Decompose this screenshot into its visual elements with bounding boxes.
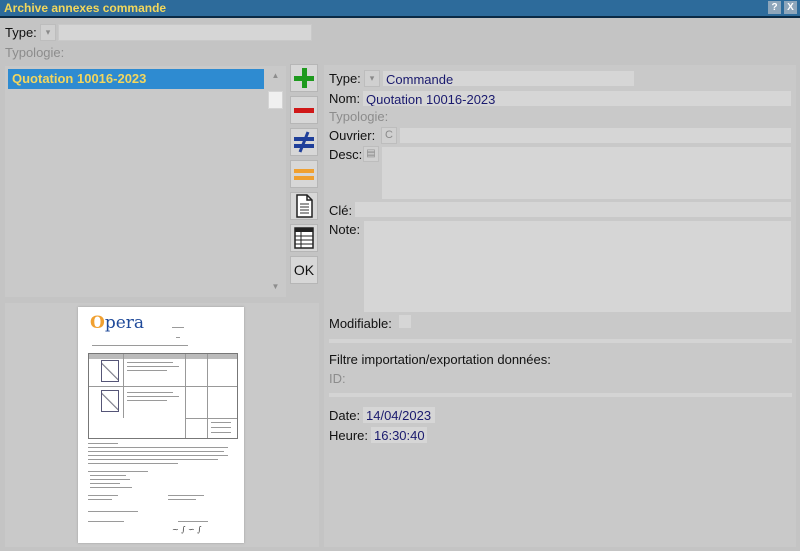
heure-label: Heure: xyxy=(329,428,369,443)
filter-type-input[interactable] xyxy=(58,24,312,41)
list-scrollbar[interactable]: ▲ ▼ xyxy=(267,67,284,295)
preview-panel: Opera ~ ∫ ∽ ∫ xyxy=(5,303,319,547)
date-field[interactable]: 14/04/2023 xyxy=(362,406,436,424)
scroll-up-arrow-icon[interactable]: ▲ xyxy=(267,67,284,84)
filtre-section-title: Filtre importation/exportation données: xyxy=(329,352,551,367)
date-label: Date: xyxy=(329,408,361,423)
section-divider xyxy=(329,393,792,397)
modifiable-label: Modifiable: xyxy=(329,316,392,331)
table-button[interactable] xyxy=(290,224,318,252)
ok-button[interactable]: OK xyxy=(290,256,318,284)
type-field[interactable]: Commande xyxy=(382,70,635,87)
chevron-down-icon: ▾ xyxy=(45,27,51,37)
compare-different-button[interactable] xyxy=(290,128,318,156)
note-field[interactable] xyxy=(363,220,792,313)
window-titlebar: Archive annexes commande xyxy=(0,0,800,16)
typologie-label: Typologie: xyxy=(329,109,389,124)
add-button[interactable] xyxy=(290,64,318,92)
desc-edit-button[interactable]: ▤ xyxy=(363,146,379,162)
remove-button[interactable] xyxy=(290,96,318,124)
desc-label: Desc: xyxy=(329,147,363,162)
nom-field[interactable]: Quotation 10016-2023 xyxy=(362,90,792,107)
cle-field[interactable] xyxy=(354,201,792,218)
desc-field[interactable] xyxy=(381,146,792,200)
id-label: ID: xyxy=(329,371,346,386)
type-dropdown-button[interactable]: ▾ xyxy=(364,70,380,87)
table-icon xyxy=(294,227,314,249)
ouvrier-select-button[interactable]: C xyxy=(381,127,397,144)
logo: Opera xyxy=(90,313,145,333)
filter-type-dropdown-button[interactable]: ▾ xyxy=(40,24,56,41)
nom-label: Nom: xyxy=(329,91,361,106)
equal-icon xyxy=(294,169,314,180)
note-label: Note: xyxy=(329,222,361,237)
plus-icon xyxy=(294,68,314,88)
modifiable-checkbox[interactable] xyxy=(398,314,412,329)
window-thumbnail-icon xyxy=(101,390,119,412)
compare-equal-button[interactable] xyxy=(290,160,318,188)
document-button[interactable] xyxy=(290,192,318,220)
heure-field[interactable]: 16:30:40 xyxy=(370,426,428,444)
section-divider xyxy=(329,339,792,343)
cle-label: Clé: xyxy=(329,203,353,218)
scroll-thumb[interactable] xyxy=(268,91,283,109)
preview-table xyxy=(88,353,238,439)
document-icon xyxy=(296,194,313,218)
ouvrier-label: Ouvrier: xyxy=(329,128,376,143)
list-item-label: Quotation 10016-2023 xyxy=(12,71,147,86)
help-button[interactable]: ? xyxy=(768,1,781,14)
annex-list[interactable]: Quotation 10016-2023 ▲ ▼ xyxy=(5,66,286,297)
note-icon: ▤ xyxy=(366,148,376,159)
window-thumbnail-icon xyxy=(101,360,119,382)
minus-icon xyxy=(294,108,314,113)
close-button[interactable]: X xyxy=(784,1,797,14)
not-equal-icon xyxy=(294,131,314,153)
type-label: Type: xyxy=(329,71,361,86)
chevron-down-icon: ▾ xyxy=(369,73,375,83)
filter-typologie-label: Typologie: xyxy=(5,45,65,60)
window-title: Archive annexes commande xyxy=(4,1,167,15)
filter-type-label: Type: xyxy=(5,25,37,40)
document-preview: Opera ~ ∫ ∽ ∫ xyxy=(78,307,244,543)
scroll-down-arrow-icon[interactable]: ▼ xyxy=(267,278,284,295)
titlebar-divider xyxy=(0,16,800,18)
signature-image: ~ ∫ ∽ ∫ xyxy=(172,525,202,534)
list-item[interactable]: Quotation 10016-2023 xyxy=(8,69,264,89)
ouvrier-field[interactable] xyxy=(399,127,792,144)
